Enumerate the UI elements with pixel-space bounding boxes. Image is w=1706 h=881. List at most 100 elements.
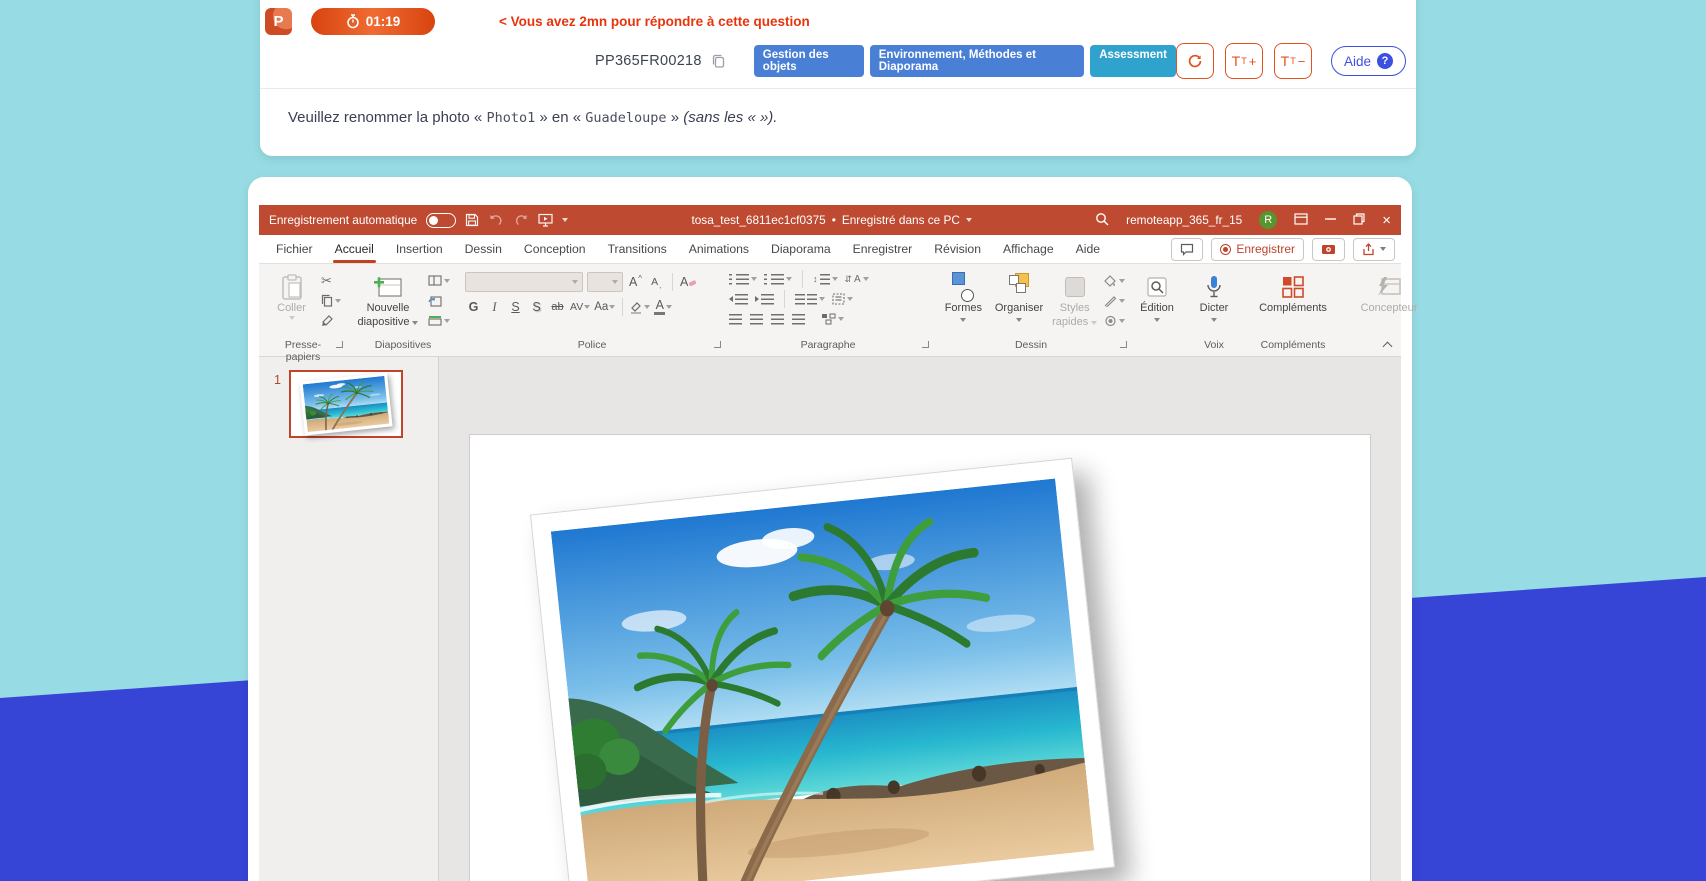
slide-layout-button[interactable] bbox=[428, 272, 450, 289]
addins-grid-icon bbox=[1281, 272, 1305, 302]
reload-button[interactable] bbox=[1175, 43, 1214, 79]
document-title[interactable]: tosa_test_6811ec1cf0375 • Enregistré dan… bbox=[568, 213, 1095, 227]
present-button[interactable] bbox=[1312, 237, 1345, 261]
dictate-button[interactable]: Dicter bbox=[1189, 270, 1239, 322]
arrange-button[interactable]: Organiser bbox=[993, 270, 1046, 322]
quick-access-chevron-icon[interactable] bbox=[562, 218, 569, 222]
font-size-select[interactable] bbox=[587, 272, 623, 292]
tab-enregistrer[interactable]: Enregistrer bbox=[842, 235, 924, 263]
tab-diaporama[interactable]: Diaporama bbox=[760, 235, 842, 263]
character-spacing-button[interactable]: AV bbox=[570, 297, 591, 317]
shape-outline-icon bbox=[1104, 295, 1117, 307]
clear-formatting-button[interactable]: A bbox=[680, 272, 697, 292]
font-name-select[interactable] bbox=[465, 272, 583, 292]
avatar[interactable]: R bbox=[1259, 211, 1278, 229]
title-bar: Enregistrement automatique tosa_test_681… bbox=[259, 205, 1401, 235]
new-slide-button[interactable]: Nouvelle diapositive bbox=[351, 270, 425, 330]
text-direction-button[interactable]: ⇵ A bbox=[845, 271, 869, 288]
cut-button[interactable]: ✂ bbox=[321, 272, 341, 289]
convert-smartart-button[interactable] bbox=[821, 311, 844, 328]
tab-transitions[interactable]: Transitions bbox=[597, 235, 678, 263]
align-right-button[interactable] bbox=[771, 311, 784, 328]
addins-button[interactable]: Compléments bbox=[1251, 270, 1335, 316]
align-text-button[interactable] bbox=[832, 291, 853, 308]
text-shadow-button[interactable]: S bbox=[528, 297, 545, 317]
save-location: Enregistré dans ce PC bbox=[841, 213, 960, 227]
bold-button[interactable]: G bbox=[465, 297, 482, 317]
shapes-button[interactable]: Formes bbox=[937, 270, 990, 322]
italic-button[interactable]: I bbox=[486, 297, 503, 317]
shape-effects-button[interactable] bbox=[1104, 312, 1126, 329]
drawing-dialog-launcher[interactable] bbox=[1120, 341, 1127, 348]
justify-button[interactable] bbox=[792, 311, 805, 328]
quick-styles-button[interactable]: Styles rapides bbox=[1048, 270, 1101, 330]
tab-animations[interactable]: Animations bbox=[678, 235, 760, 263]
paste-button[interactable]: Coller bbox=[265, 270, 318, 320]
tab-accueil[interactable]: Accueil bbox=[324, 235, 385, 263]
format-painter-button[interactable] bbox=[321, 312, 341, 329]
time-warning-text: < Vous avez 2mn pour répondre à cette qu… bbox=[499, 13, 810, 29]
font-color-bar bbox=[654, 312, 666, 316]
columns-button[interactable] bbox=[795, 291, 825, 308]
ribbon: Coller ✂ Presse-papiers Nouvelle diaposi… bbox=[259, 264, 1417, 363]
arrange-icon bbox=[1008, 272, 1030, 302]
restore-button[interactable] bbox=[1353, 212, 1365, 228]
reset-slide-button[interactable] bbox=[428, 292, 450, 309]
record-button[interactable]: Enregistrer bbox=[1211, 237, 1304, 261]
share-button[interactable] bbox=[1353, 237, 1395, 261]
undo-icon[interactable] bbox=[488, 213, 505, 227]
comments-button[interactable] bbox=[1171, 237, 1204, 261]
line-spacing-button[interactable]: ↕ bbox=[813, 271, 838, 288]
save-icon[interactable] bbox=[465, 213, 479, 227]
shrink-font-button[interactable]: A ˯ bbox=[648, 272, 665, 292]
old-photo-name: Photo1 bbox=[486, 110, 536, 126]
powerpoint-card: Enregistrement automatique tosa_test_681… bbox=[248, 177, 1417, 881]
decrease-indent-button[interactable] bbox=[729, 291, 748, 308]
magnifier-icon bbox=[1147, 272, 1167, 302]
tab-insertion[interactable]: Insertion bbox=[385, 235, 454, 263]
highlighter-icon bbox=[631, 301, 642, 314]
align-left-button[interactable] bbox=[729, 311, 742, 328]
slide-canvas[interactable] bbox=[470, 435, 1370, 881]
minimize-button[interactable] bbox=[1325, 213, 1337, 227]
beach-photo[interactable] bbox=[529, 457, 1116, 881]
strikethrough-button[interactable]: ab bbox=[549, 297, 566, 317]
underline-button[interactable]: S bbox=[507, 297, 524, 317]
paragraph-dialog-launcher[interactable] bbox=[922, 341, 929, 348]
shape-fill-icon bbox=[1104, 274, 1116, 287]
tab-affichage[interactable]: Affichage bbox=[992, 235, 1065, 263]
tab-aide[interactable]: Aide bbox=[1065, 235, 1111, 263]
editing-button[interactable]: Édition bbox=[1135, 270, 1179, 322]
shape-outline-button[interactable] bbox=[1104, 292, 1126, 309]
grow-font-button[interactable]: A ^ bbox=[627, 272, 644, 292]
tab-dessin[interactable]: Dessin bbox=[454, 235, 513, 263]
font-increase-button[interactable]: T T + bbox=[1224, 43, 1263, 79]
tab-conception[interactable]: Conception bbox=[513, 235, 597, 263]
search-icon[interactable] bbox=[1095, 212, 1109, 229]
ribbon-display-options-icon[interactable] bbox=[1294, 212, 1308, 228]
autosave-toggle[interactable] bbox=[426, 212, 457, 228]
increase-indent-button[interactable] bbox=[755, 291, 774, 308]
highlight-button[interactable] bbox=[630, 297, 651, 317]
shape-fill-button[interactable] bbox=[1104, 272, 1126, 289]
question-card: P 01:19 < Vous avez 2mn pour répondre à … bbox=[260, 0, 1416, 156]
change-case-button[interactable]: Aa bbox=[594, 297, 616, 317]
designer-button[interactable]: Concepteur bbox=[1347, 270, 1431, 316]
slide-1-thumbnail[interactable] bbox=[289, 370, 403, 438]
font-dialog-launcher[interactable] bbox=[714, 341, 721, 348]
copy-icon[interactable] bbox=[711, 53, 726, 69]
close-button[interactable]: × bbox=[1382, 213, 1391, 228]
slideshow-icon[interactable] bbox=[538, 213, 553, 227]
align-center-button[interactable] bbox=[750, 311, 763, 328]
redo-icon[interactable] bbox=[514, 213, 529, 227]
section-button[interactable] bbox=[428, 312, 450, 329]
clipboard-dialog-launcher[interactable] bbox=[336, 341, 343, 348]
bullets-button[interactable] bbox=[729, 271, 757, 288]
numbering-button[interactable] bbox=[764, 271, 792, 288]
help-button[interactable]: Aide ? bbox=[1330, 46, 1406, 76]
tab-revision[interactable]: Révision bbox=[923, 235, 992, 263]
tab-fichier[interactable]: Fichier bbox=[265, 235, 324, 263]
font-decrease-button[interactable]: T T − bbox=[1273, 43, 1312, 79]
font-color-button[interactable]: A bbox=[654, 297, 673, 317]
copy-button[interactable] bbox=[321, 292, 341, 309]
